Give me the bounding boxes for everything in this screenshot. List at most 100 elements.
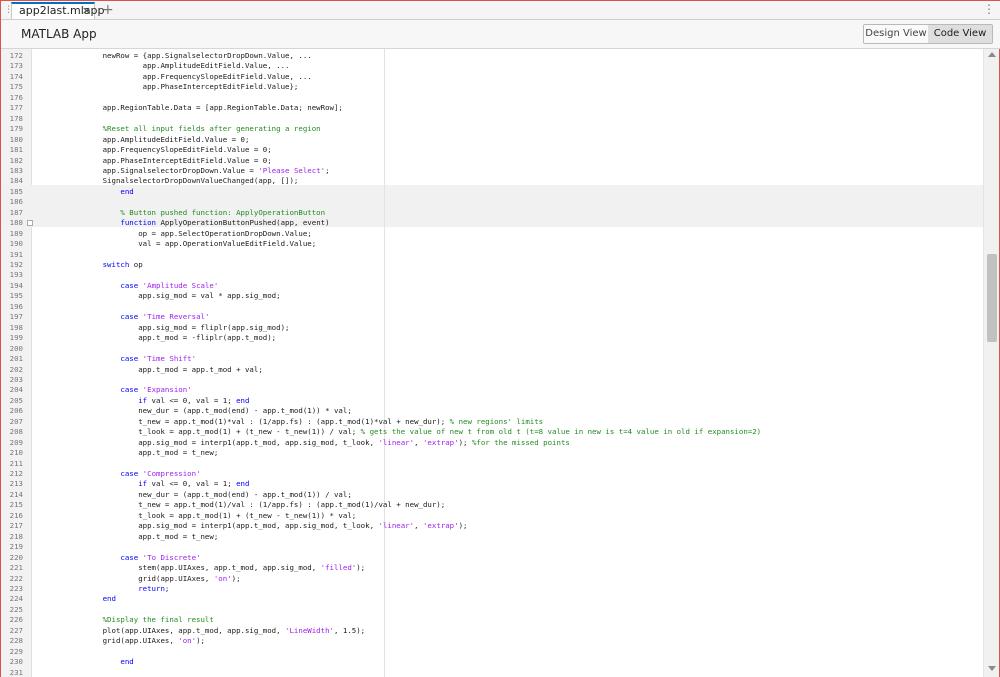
code-line[interactable]: 216 t_look = app.t_mod(1) + (t_new - t_n… xyxy=(1,511,357,522)
code-token: app.AmplitudeEditField.Value = 0; xyxy=(67,134,250,144)
code-line[interactable]: 230 end xyxy=(1,657,134,668)
code-line[interactable]: 207 t_new = app.t_mod(1)*val : (1/app.fs… xyxy=(1,417,543,428)
code-line[interactable]: 204 case 'Expansion' xyxy=(1,385,192,396)
more-options-icon[interactable]: ⋮ xyxy=(983,2,995,16)
code-line[interactable]: 213 if val <= 0, val = 1; end xyxy=(1,479,250,490)
keyword-token: if xyxy=(138,479,148,489)
code-line[interactable]: 193 xyxy=(1,270,23,281)
code-line[interactable]: 199 app.t_mod = -fliplr(app.t_mod); xyxy=(1,333,277,344)
line-number: 208 xyxy=(9,427,23,437)
code-text: end xyxy=(67,594,116,605)
tab-handle-icon[interactable]: ⋮ xyxy=(4,4,13,16)
line-number: 223 xyxy=(9,583,23,593)
code-line[interactable]: 225 xyxy=(1,605,23,616)
code-line[interactable]: 221 stem(app.UIAxes, app.t_mod, app.sig_… xyxy=(1,563,366,574)
code-line[interactable]: 189 op = app.SelectOperationDropDown.Val… xyxy=(1,229,312,240)
code-line[interactable]: 222 grid(app.UIAxes, 'on'); xyxy=(1,574,241,585)
code-line[interactable]: 187 % Button pushed function: ApplyOpera… xyxy=(1,208,325,219)
code-line[interactable]: 197 case 'Time Reversal' xyxy=(1,312,210,323)
code-line[interactable]: 181 app.FrequencySlopeEditField.Value = … xyxy=(1,145,272,156)
code-line[interactable]: 182 app.PhaseInterceptEditField.Value = … xyxy=(1,156,272,167)
code-line[interactable]: 188 function ApplyOperationButtonPushed(… xyxy=(1,218,330,229)
scroll-thumb[interactable] xyxy=(987,254,997,342)
code-line[interactable]: 186 xyxy=(1,197,23,208)
code-token: app.t_mod = app.t_mod + val; xyxy=(67,364,263,374)
line-number: 178 xyxy=(9,113,23,123)
line-number: 191 xyxy=(9,249,23,259)
code-line[interactable]: 178 xyxy=(1,114,23,125)
code-view-button[interactable]: Code View xyxy=(928,25,992,43)
code-line[interactable]: 224 end xyxy=(1,594,116,605)
code-line[interactable]: 176 xyxy=(1,93,23,104)
code-line[interactable]: 231 xyxy=(1,668,23,677)
code-line[interactable]: 202 app.t_mod = app.t_mod + val; xyxy=(1,365,263,376)
keyword-token: end xyxy=(102,594,116,604)
close-icon[interactable]: × xyxy=(82,4,91,18)
code-line[interactable]: 226 %Display the final result xyxy=(1,615,214,626)
code-line[interactable]: 206 new_dur = (app.t_mod(end) - app.t_mo… xyxy=(1,406,352,417)
string-token: 'LineWidth' xyxy=(285,625,334,635)
code-line[interactable]: 214 new_dur = (app.t_mod(end) - app.t_mo… xyxy=(1,490,352,501)
vertical-scrollbar[interactable] xyxy=(983,49,999,677)
code-line[interactable]: 228 grid(app.UIAxes, 'on'); xyxy=(1,636,205,647)
code-token: app.t_mod = t_new; xyxy=(67,531,219,541)
file-tab[interactable]: app2last.mlapp × xyxy=(11,2,105,19)
code-line[interactable]: 184 SignalselectorDropDownValueChanged(a… xyxy=(1,176,299,187)
code-text: new_dur = (app.t_mod(end) - app.t_mod(1)… xyxy=(67,490,352,501)
code-text: app.RegionTable.Data = [app.RegionTable.… xyxy=(67,103,343,114)
code-line[interactable]: 174 app.FrequencySlopeEditField.Value, .… xyxy=(1,72,312,83)
fold-toggle-icon[interactable] xyxy=(27,220,33,227)
code-line[interactable]: 194 case 'Amplitude Scale' xyxy=(1,281,219,292)
code-line[interactable]: 173 app.AmplitudeEditField.Value, ... xyxy=(1,61,290,72)
code-text: app.PhaseInterceptEditField.Value = 0; xyxy=(67,156,272,167)
scroll-down-icon[interactable] xyxy=(988,666,996,671)
code-line[interactable]: 195 app.sig_mod = val * app.sig_mod; xyxy=(1,291,281,302)
code-line[interactable]: 192 switch op xyxy=(1,260,143,271)
code-token: , xyxy=(414,521,423,531)
scroll-up-icon[interactable] xyxy=(988,52,996,57)
line-number: 213 xyxy=(9,479,23,489)
code-text: app.PhaseInterceptEditField.Value}; xyxy=(67,82,299,93)
code-line[interactable]: 218 app.t_mod = t_new; xyxy=(1,532,219,543)
code-line[interactable]: 201 case 'Time Shift' xyxy=(1,354,196,365)
code-line[interactable]: 223 return; xyxy=(1,583,170,595)
line-number: 224 xyxy=(9,594,23,604)
code-line[interactable]: 208 t_look = app.t_mod(1) + (t_new - t_n… xyxy=(1,427,762,438)
code-line[interactable]: 220 case 'To Discrete' xyxy=(1,553,201,564)
code-line[interactable]: 198 app.sig_mod = fliplr(app.sig_mod); xyxy=(1,323,290,334)
code-text: end xyxy=(67,657,133,668)
line-number: 185 xyxy=(9,186,23,196)
code-line[interactable]: 217 app.sig_mod = interp1(app.t_mod, app… xyxy=(1,521,468,532)
code-line[interactable]: 205 if val <= 0, val = 1; end xyxy=(1,396,250,407)
code-token: ); xyxy=(231,573,241,583)
code-line[interactable]: 200 xyxy=(1,344,23,355)
code-editor[interactable]: 172 newRow = {app.SignalselectorDropDown… xyxy=(1,49,999,677)
code-line[interactable]: 196 xyxy=(1,302,23,313)
code-line[interactable]: 210 app.t_mod = t_new; xyxy=(1,448,219,459)
code-line[interactable]: 191 xyxy=(1,250,23,261)
code-line[interactable]: 179 %Reset all input fields after genera… xyxy=(1,124,321,135)
code-line[interactable]: 219 xyxy=(1,542,23,553)
code-line[interactable]: 180 app.AmplitudeEditField.Value = 0; xyxy=(1,135,250,146)
code-line[interactable]: 212 case 'Compression' xyxy=(1,469,201,480)
code-line[interactable]: 172 newRow = {app.SignalselectorDropDown… xyxy=(1,51,312,62)
code-line[interactable]: 203 xyxy=(1,375,23,386)
code-line[interactable]: 215 t_new = app.t_mod(1)/val : (1/app.fs… xyxy=(1,500,446,511)
code-line[interactable]: 177 app.RegionTable.Data = [app.RegionTa… xyxy=(1,103,343,114)
code-text: grid(app.UIAxes, 'on'); xyxy=(67,573,241,585)
code-line[interactable]: 183 app.SignalselectorDropDown.Value = '… xyxy=(1,166,330,177)
code-line[interactable]: 190 val = app.OperationValueEditField.Va… xyxy=(1,239,317,250)
code-line[interactable]: 185 end xyxy=(1,186,134,198)
code-line[interactable]: 227 plot(app.UIAxes, app.t_mod, app.sig_… xyxy=(1,626,366,637)
design-view-button[interactable]: Design View xyxy=(864,25,928,43)
code-line[interactable]: 209 app.sig_mod = interp1(app.t_mod, app… xyxy=(1,438,570,449)
add-tab-icon[interactable]: + xyxy=(102,2,114,18)
string-token: 'Time Reversal' xyxy=(142,312,210,322)
code-line[interactable]: 211 xyxy=(1,459,23,470)
code-line[interactable]: 175 app.PhaseInterceptEditField.Value}; xyxy=(1,82,299,93)
code-line[interactable]: 229 xyxy=(1,647,23,658)
